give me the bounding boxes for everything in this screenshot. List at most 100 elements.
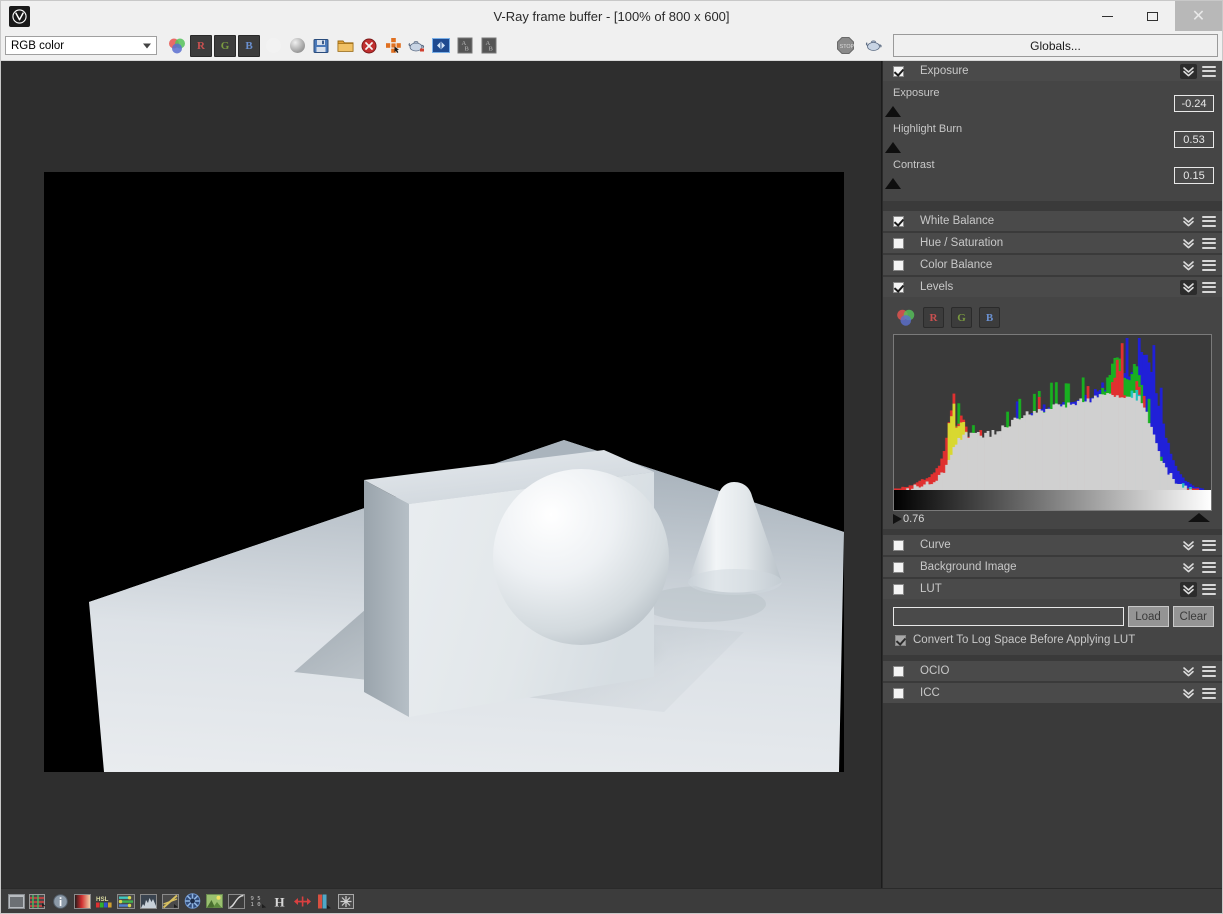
region-render-icon[interactable]	[382, 35, 404, 57]
highlight-burn-value-field[interactable]: 0.53	[1174, 131, 1214, 148]
lut-path-input[interactable]	[893, 607, 1124, 626]
histogram-canvas[interactable]	[894, 335, 1211, 490]
chevron-double-down-icon[interactable]	[1180, 664, 1197, 679]
chevron-double-down-icon[interactable]	[1180, 214, 1197, 229]
save-image-icon[interactable]	[310, 35, 332, 57]
icc-enable-checkbox[interactable]	[893, 687, 904, 699]
section-menu-icon[interactable]	[1202, 687, 1216, 700]
clear-image-icon[interactable]	[358, 35, 380, 57]
levels-white-point-marker[interactable]	[1188, 513, 1212, 522]
render-last-icon[interactable]	[406, 35, 428, 57]
load-image-icon[interactable]	[334, 35, 356, 57]
chevron-double-down-icon[interactable]	[1180, 236, 1197, 251]
section-menu-icon[interactable]	[1202, 65, 1216, 78]
background-image-button[interactable]	[205, 892, 224, 910]
hue-saturation-enable-checkbox[interactable]	[893, 237, 904, 249]
split-view-button[interactable]	[315, 892, 334, 910]
ab-compare-icon[interactable]	[430, 35, 452, 57]
colorspace-dropdown[interactable]: RGB color	[5, 36, 157, 55]
pixel-aspect-button[interactable]	[337, 892, 356, 910]
stereo-button[interactable]	[293, 892, 312, 910]
section-menu-icon[interactable]	[1202, 665, 1216, 678]
section-header-exposure[interactable]: Exposure	[883, 61, 1222, 81]
stop-render-icon[interactable]: STOP	[834, 35, 856, 57]
section-menu-icon[interactable]	[1202, 539, 1216, 552]
green-channel-button[interactable]: G	[214, 34, 236, 57]
alpha-channel-icon[interactable]	[262, 35, 284, 57]
globals-button[interactable]: Globals...	[893, 34, 1218, 57]
monochrome-icon[interactable]	[286, 35, 308, 57]
section-menu-icon[interactable]	[1202, 583, 1216, 596]
maximize-button[interactable]	[1130, 1, 1175, 31]
minimize-button[interactable]	[1085, 1, 1130, 31]
render-canvas[interactable]	[44, 172, 844, 772]
lut-convert-log-row[interactable]: Convert To Log Space Before Applying LUT	[883, 631, 1222, 650]
horizontal-button[interactable]: H	[271, 892, 290, 910]
track-b-icon[interactable]: A B	[478, 35, 500, 57]
section-header-background-image[interactable]: Background Image	[883, 557, 1222, 577]
section-menu-icon[interactable]	[1202, 281, 1216, 294]
chevron-double-down-icon[interactable]	[1180, 63, 1197, 79]
image-info-button[interactable]	[51, 892, 70, 910]
color-balance-enable-checkbox[interactable]	[893, 259, 904, 271]
contrast-thumb[interactable]	[885, 178, 901, 189]
ocio-enable-checkbox[interactable]	[893, 665, 904, 677]
curve-enable-checkbox[interactable]	[893, 539, 904, 551]
close-button[interactable]: ✕	[1175, 1, 1222, 31]
section-header-color-balance[interactable]: Color Balance	[883, 255, 1222, 275]
track-a-icon[interactable]: A B	[454, 35, 476, 57]
rgb-channel-icon[interactable]	[166, 35, 188, 57]
lut-clear-button[interactable]: Clear	[1172, 606, 1214, 627]
exposure-enable-checkbox[interactable]	[893, 65, 904, 77]
contrast-value-field[interactable]: 0.15	[1174, 167, 1214, 184]
ocio-button[interactable]: 9 51 0	[249, 892, 268, 910]
blue-channel-button[interactable]: B	[238, 34, 260, 57]
color-corrections-button[interactable]	[29, 892, 48, 910]
section-header-curve[interactable]: Curve	[883, 535, 1222, 555]
curve-button[interactable]	[161, 892, 180, 910]
lut-enable-checkbox[interactable]	[893, 583, 904, 595]
section-header-lut[interactable]: LUT	[883, 579, 1222, 599]
render-teapot-icon[interactable]	[863, 35, 885, 57]
levels-green-button[interactable]: G	[951, 307, 972, 328]
highlight-burn-thumb[interactable]	[885, 142, 901, 153]
red-channel-button[interactable]: R	[190, 34, 212, 57]
levels-blue-button[interactable]: B	[979, 307, 1000, 328]
levels-gradient-bar[interactable]	[894, 490, 1211, 510]
chevron-double-down-icon[interactable]	[1180, 538, 1197, 553]
panel-scroll-area[interactable]: Exposure Exposure -0.24 Highlight Burn 0…	[883, 61, 1222, 888]
section-header-levels[interactable]: Levels	[883, 277, 1222, 297]
levels-black-point-value[interactable]: 0.76	[903, 513, 924, 525]
background-image-enable-checkbox[interactable]	[893, 561, 904, 573]
section-header-white-balance[interactable]: White Balance	[883, 211, 1222, 231]
lut-convert-log-checkbox[interactable]	[895, 634, 906, 646]
chevron-double-down-icon[interactable]	[1180, 258, 1197, 273]
exposure-value-field[interactable]: -0.24	[1174, 95, 1214, 112]
levels-black-point-marker[interactable]: 0.76	[893, 513, 924, 525]
levels-histogram[interactable]	[893, 334, 1212, 511]
section-header-ocio[interactable]: OCIO	[883, 661, 1222, 681]
levels-enable-checkbox[interactable]	[893, 281, 904, 293]
white-balance-enable-checkbox[interactable]	[893, 215, 904, 227]
section-menu-icon[interactable]	[1202, 561, 1216, 574]
levels-button[interactable]	[139, 892, 158, 910]
levels-rgb-button[interactable]	[895, 307, 916, 328]
section-header-hue-saturation[interactable]: Hue / Saturation	[883, 233, 1222, 253]
lut-button[interactable]	[227, 892, 246, 910]
chevron-double-down-icon[interactable]	[1180, 686, 1197, 701]
hue-saturation-button[interactable]: HSL	[95, 892, 114, 910]
section-menu-icon[interactable]	[1202, 237, 1216, 250]
section-menu-icon[interactable]	[1202, 259, 1216, 272]
chevron-double-down-icon[interactable]	[1180, 279, 1197, 295]
lens-effects-button[interactable]	[183, 892, 202, 910]
lut-load-button[interactable]: Load	[1127, 606, 1169, 627]
chevron-double-down-icon[interactable]	[1180, 560, 1197, 575]
chevron-double-down-icon[interactable]	[1180, 581, 1197, 597]
section-menu-icon[interactable]	[1202, 215, 1216, 228]
section-header-icc[interactable]: ICC	[883, 683, 1222, 703]
levels-red-button[interactable]: R	[923, 307, 944, 328]
show-image-button[interactable]	[7, 892, 26, 910]
exposure-button[interactable]	[73, 892, 92, 910]
image-viewport[interactable]	[1, 61, 882, 888]
color-balance-button[interactable]	[117, 892, 136, 910]
